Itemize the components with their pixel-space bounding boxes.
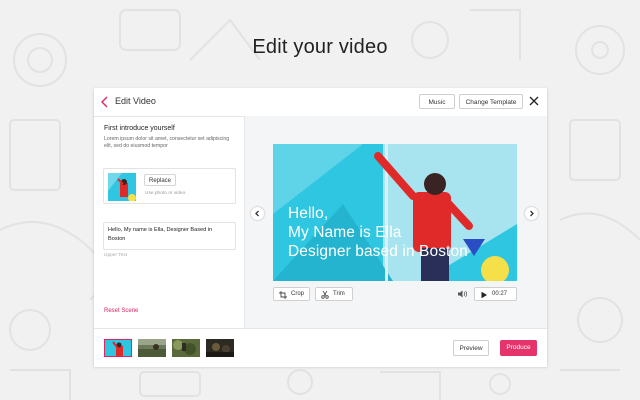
preview-overlay-text: Hello, My Name is Ella Designer based in…	[288, 204, 468, 261]
upper-text-field[interactable]: Hello, My name is Ella, Designer Based i…	[103, 222, 236, 250]
preview-button[interactable]: Preview	[453, 340, 489, 356]
page-headline: Edit your video	[252, 36, 388, 58]
scene-strip: Preview Produce	[94, 328, 547, 367]
preview-panel: Hello, My Name is Ella Designer based in…	[245, 116, 547, 328]
media-card: Replace Use photo or video	[103, 168, 236, 204]
produce-button[interactable]: Produce	[500, 340, 537, 356]
reset-scene-link[interactable]: Reset Scene	[104, 308, 138, 314]
scene-thumbnail[interactable]	[104, 339, 132, 357]
volume-icon[interactable]	[458, 290, 468, 298]
overlay-line: My Name is Ella	[288, 224, 402, 241]
media-thumbnail[interactable]	[108, 173, 136, 201]
dialog-title[interactable]: Edit Video	[115, 96, 156, 106]
section-title: First introduce yourself	[104, 125, 175, 132]
chevron-left-icon[interactable]	[100, 96, 110, 108]
scene-thumbnail[interactable]	[172, 339, 200, 357]
time-display: 00:27	[492, 291, 508, 297]
scene-thumbnail[interactable]	[138, 339, 166, 357]
upper-text-label: Upper Text	[104, 253, 128, 258]
section-description: Lorem ipsum dolor sit amet, consectetur …	[104, 136, 230, 149]
scene-settings-panel: First introduce yourself Lorem ipsum dol…	[94, 116, 245, 328]
play-icon	[481, 291, 487, 299]
crop-button[interactable]: Crop	[273, 287, 310, 301]
dialog-header: Edit Video Music Change Template	[94, 88, 547, 117]
video-preview[interactable]: Hello, My Name is Ella Designer based in…	[273, 144, 517, 281]
close-icon[interactable]	[529, 96, 539, 106]
replace-button[interactable]: Replace	[144, 174, 176, 186]
scissors-icon	[321, 291, 329, 299]
media-hint: Use photo or video	[145, 191, 186, 196]
crop-label: Crop	[291, 291, 305, 297]
crop-icon	[279, 291, 287, 299]
chevron-right-icon	[530, 210, 534, 217]
play-button[interactable]: 00:27	[474, 287, 517, 301]
scene-thumbnail[interactable]	[206, 339, 234, 357]
music-button[interactable]: Music	[419, 94, 455, 109]
change-template-button[interactable]: Change Template	[459, 94, 523, 109]
overlay-line: Designer based in Boston	[288, 243, 468, 260]
overlay-line: Hello,	[288, 205, 329, 222]
edit-video-dialog: Edit Video Music Change Template First i…	[94, 88, 547, 367]
next-scene-button[interactable]	[525, 207, 538, 220]
trim-button[interactable]: Trim	[315, 287, 353, 301]
previous-scene-button[interactable]	[251, 207, 264, 220]
chevron-left-icon	[255, 210, 259, 217]
trim-label: Trim	[333, 291, 345, 297]
